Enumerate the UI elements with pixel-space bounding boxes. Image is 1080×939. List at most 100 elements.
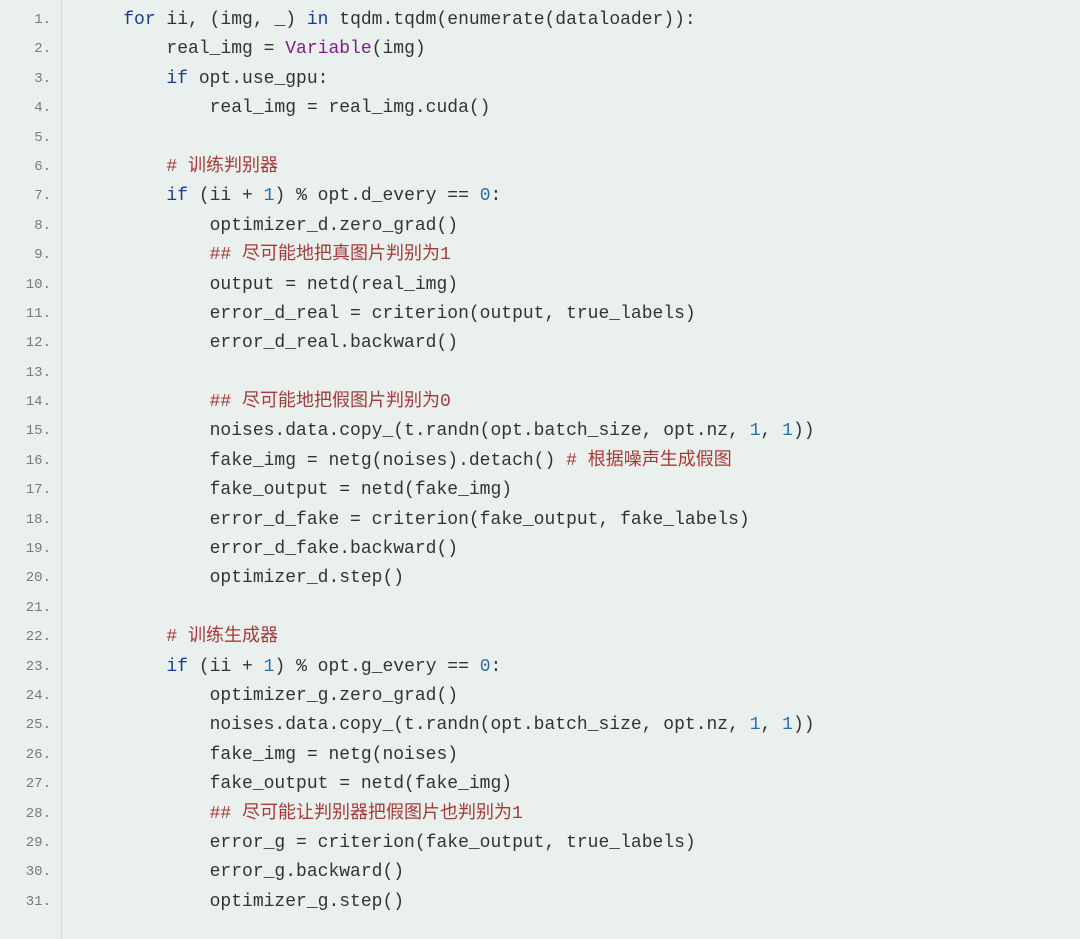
code-token: )) (793, 715, 815, 735)
code-token: (ii + (188, 657, 264, 677)
line-number: 17. (0, 476, 61, 505)
code-line: # 训练生成器 (80, 623, 1080, 652)
code-line: if (ii + 1) % opt.d_every == 0: (80, 182, 1080, 211)
code-token: # 根据噪声生成假图 (566, 451, 732, 471)
code-token: if (166, 657, 188, 677)
code-token: , (761, 421, 783, 441)
line-number: 10. (0, 271, 61, 300)
line-number: 19. (0, 535, 61, 564)
code-block: 1.2.3.4.5.6.7.8.9.10.11.12.13.14.15.16.1… (0, 0, 1080, 939)
code-line: noises.data.copy_(t.randn(opt.batch_size… (80, 711, 1080, 740)
code-token: error_g = criterion(fake_output, true_la… (210, 833, 696, 853)
code-token: 1 (782, 715, 793, 735)
line-number: 3. (0, 65, 61, 94)
code-line (80, 594, 1080, 623)
code-token: fake_output = netd(fake_img) (210, 480, 512, 500)
code-line: error_d_fake.backward() (80, 535, 1080, 564)
line-number: 21. (0, 594, 61, 623)
code-token: # 训练判别器 (166, 157, 278, 177)
code-token: optimizer_d.step() (210, 568, 404, 588)
code-token: (img) (372, 39, 426, 59)
code-token: output = netd(real_img) (210, 275, 458, 295)
code-token: : (491, 657, 502, 677)
code-token: ## 尽可能让判别器把假图片也判别为1 (210, 804, 523, 824)
code-line: # 训练判别器 (80, 153, 1080, 182)
code-token: (ii + (188, 186, 264, 206)
line-number: 28. (0, 800, 61, 829)
code-line: optimizer_d.step() (80, 564, 1080, 593)
code-token: 1 (782, 421, 793, 441)
code-token: error_d_real.backward() (210, 333, 458, 353)
code-token: error_d_real = criterion(output, true_la… (210, 304, 696, 324)
code-token: fake_img = netg(noises).detach() (210, 451, 566, 471)
code-line: if (ii + 1) % opt.g_every == 0: (80, 653, 1080, 682)
code-token: ## 尽可能地把假图片判别为0 (210, 392, 451, 412)
code-token: fake_img = netg(noises) (210, 745, 458, 765)
line-number: 18. (0, 506, 61, 535)
code-token: ii, (img, _) (156, 10, 307, 30)
code-line: fake_output = netd(fake_img) (80, 770, 1080, 799)
code-token: in (307, 10, 329, 30)
code-line: ## 尽可能地把真图片判别为1 (80, 241, 1080, 270)
code-token: for (123, 10, 155, 30)
code-token: Variable (285, 39, 371, 59)
line-number: 5. (0, 124, 61, 153)
code-line: error_g = criterion(fake_output, true_la… (80, 829, 1080, 858)
code-line: fake_img = netg(noises).detach() # 根据噪声生… (80, 447, 1080, 476)
line-number: 4. (0, 94, 61, 123)
code-token: 0 (480, 186, 491, 206)
code-token: )) (793, 421, 815, 441)
code-token: opt.use_gpu: (188, 69, 328, 89)
code-area: for ii, (img, _) in tqdm.tqdm(enumerate(… (62, 0, 1080, 939)
code-token: noises.data.copy_(t.randn(opt.batch_size… (210, 715, 750, 735)
line-number: 11. (0, 300, 61, 329)
code-token: ## 尽可能地把真图片判别为1 (210, 245, 451, 265)
code-token: real_img = real_img.cuda() (210, 98, 491, 118)
code-token: # 训练生成器 (166, 627, 278, 647)
line-number: 22. (0, 623, 61, 652)
code-token: 0 (480, 657, 491, 677)
code-line: error_g.backward() (80, 858, 1080, 887)
code-line: error_d_real.backward() (80, 329, 1080, 358)
code-line: error_d_fake = criterion(fake_output, fa… (80, 506, 1080, 535)
code-line: optimizer_g.step() (80, 888, 1080, 917)
line-number-gutter: 1.2.3.4.5.6.7.8.9.10.11.12.13.14.15.16.1… (0, 0, 62, 939)
code-token: error_d_fake = criterion(fake_output, fa… (210, 510, 750, 530)
code-line (80, 124, 1080, 153)
code-token: optimizer_g.step() (210, 892, 404, 912)
code-token: 1 (264, 657, 275, 677)
line-number: 26. (0, 741, 61, 770)
line-number: 29. (0, 829, 61, 858)
code-token: 1 (750, 421, 761, 441)
line-number: 16. (0, 447, 61, 476)
code-token: if (166, 69, 188, 89)
line-number: 23. (0, 653, 61, 682)
code-token: , (761, 715, 783, 735)
code-line: fake_output = netd(fake_img) (80, 476, 1080, 505)
code-line: real_img = real_img.cuda() (80, 94, 1080, 123)
line-number: 15. (0, 417, 61, 446)
code-token: optimizer_d.zero_grad() (210, 216, 458, 236)
code-line: fake_img = netg(noises) (80, 741, 1080, 770)
code-token: : (491, 186, 502, 206)
code-token: tqdm.tqdm(enumerate(dataloader)): (328, 10, 695, 30)
line-number: 25. (0, 711, 61, 740)
line-number: 7. (0, 182, 61, 211)
code-token: error_d_fake.backward() (210, 539, 458, 559)
code-token: fake_output = netd(fake_img) (210, 774, 512, 794)
code-line: if opt.use_gpu: (80, 65, 1080, 94)
code-line: for ii, (img, _) in tqdm.tqdm(enumerate(… (80, 6, 1080, 35)
line-number: 2. (0, 35, 61, 64)
code-line: real_img = Variable(img) (80, 35, 1080, 64)
line-number: 14. (0, 388, 61, 417)
code-token: real_img = (166, 39, 285, 59)
code-line: optimizer_g.zero_grad() (80, 682, 1080, 711)
code-token: error_g.backward() (210, 862, 404, 882)
line-number: 9. (0, 241, 61, 270)
line-number: 20. (0, 564, 61, 593)
code-line: ## 尽可能让判别器把假图片也判别为1 (80, 800, 1080, 829)
line-number: 1. (0, 6, 61, 35)
code-line: ## 尽可能地把假图片判别为0 (80, 388, 1080, 417)
code-token: ) % opt.d_every == (274, 186, 479, 206)
code-line: error_d_real = criterion(output, true_la… (80, 300, 1080, 329)
